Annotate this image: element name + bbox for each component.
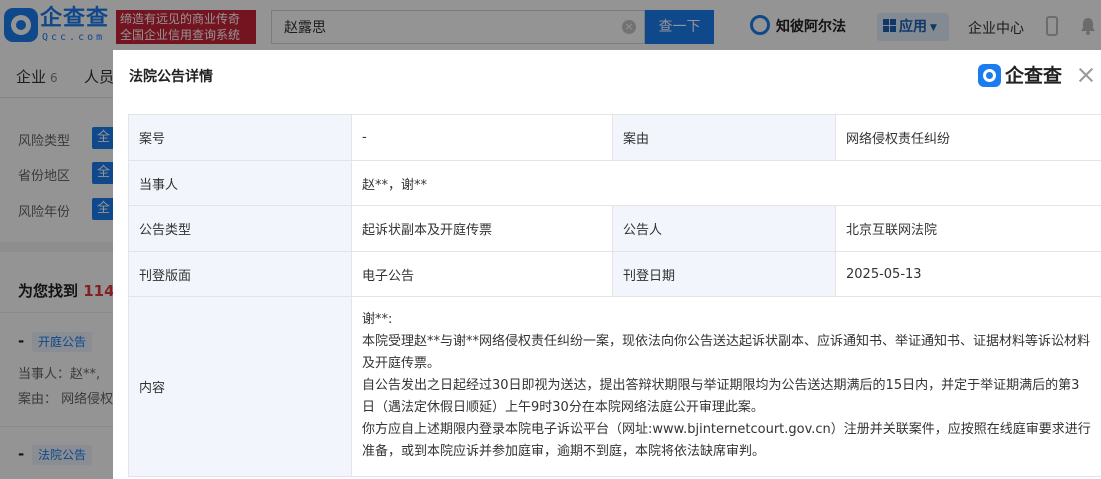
modal-logo-icon bbox=[978, 64, 1001, 87]
cause-value: 网络侵权责任纠纷 bbox=[835, 114, 1101, 161]
table-row: 案号 - 案由 网络侵权责任纠纷 bbox=[128, 114, 1101, 161]
case-no-label: 案号 bbox=[128, 114, 352, 161]
content-label: 内容 bbox=[128, 296, 352, 477]
court-announcement-modal: 法院公告详情 企查查 案号 - 案由 网络侵权责任纠纷 当事人 赵**，谢** … bbox=[113, 50, 1101, 479]
table-row: 内容 谢**: 本院受理赵**与谢**网络侵权责任纠纷一案，现依法向你公告送达起… bbox=[128, 296, 1101, 477]
layout-label: 刊登版面 bbox=[128, 251, 352, 297]
cause-label: 案由 bbox=[612, 114, 836, 161]
content-paragraph: 本院受理赵**与谢**网络侵权责任纠纷一案，现依法向你公告送达起诉状副本、应诉通… bbox=[362, 334, 1091, 371]
content-value: 谢**: 本院受理赵**与谢**网络侵权责任纠纷一案，现依法向你公告送达起诉状副… bbox=[351, 296, 1101, 477]
party-value: 赵**，谢** bbox=[351, 160, 1101, 206]
date-label: 刊登日期 bbox=[612, 251, 836, 297]
table-row: 当事人 赵**，谢** bbox=[128, 160, 1101, 206]
announcer-value: 北京互联网法院 bbox=[835, 205, 1101, 252]
party-label: 当事人 bbox=[128, 160, 352, 206]
modal-logo: 企查查 bbox=[978, 63, 1072, 89]
table-row: 公告类型 起诉状副本及开庭传票 公告人 北京互联网法院 bbox=[128, 205, 1101, 252]
table-row: 刊登版面 电子公告 刊登日期 2025-05-13 bbox=[128, 251, 1101, 297]
close-icon[interactable] bbox=[1075, 64, 1097, 86]
case-no-value: - bbox=[351, 114, 613, 161]
content-addressee: 谢**: bbox=[362, 312, 393, 327]
modal-logo-text: 企查查 bbox=[1005, 65, 1063, 87]
content-paragraph: 自公告发出之日起经过30日即视为送达，提出答辩状期限与举证期限均为公告送达期满后… bbox=[362, 378, 1080, 415]
type-value: 起诉状副本及开庭传票 bbox=[351, 205, 613, 252]
type-label: 公告类型 bbox=[128, 205, 352, 252]
announcer-label: 公告人 bbox=[612, 205, 836, 252]
content-paragraph: 你方应自上述期限内登录本院电子诉讼平台（网址:www.bjinternetcou… bbox=[362, 422, 1091, 459]
date-value: 2025-05-13 bbox=[835, 251, 1101, 297]
modal-title: 法院公告详情 bbox=[129, 69, 213, 85]
layout-value: 电子公告 bbox=[351, 251, 613, 297]
announcement-detail-table: 案号 - 案由 网络侵权责任纠纷 当事人 赵**，谢** 公告类型 起诉状副本及… bbox=[128, 114, 1101, 477]
